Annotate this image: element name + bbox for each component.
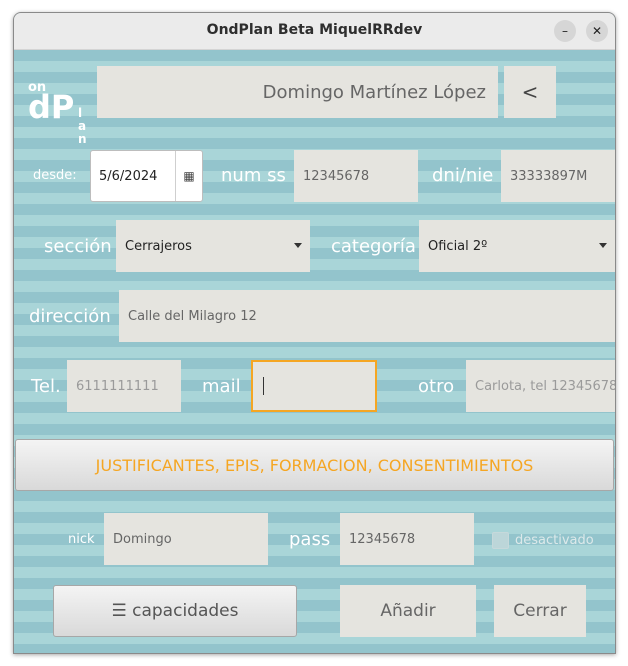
anadir-button[interactable]: Añadir xyxy=(340,585,476,637)
calendar-icon[interactable]: ▦ xyxy=(175,151,202,201)
back-button[interactable]: < xyxy=(504,66,556,118)
otro-input[interactable]: Carlota, tel 123456789 xyxy=(466,360,615,412)
desde-label: desde: xyxy=(33,167,77,183)
date-value: 5/6/2024 xyxy=(99,168,158,184)
chevron-down-icon xyxy=(599,243,607,248)
checkbox-box[interactable] xyxy=(492,531,509,549)
numss-label: num ss xyxy=(221,164,286,186)
numss-input[interactable]: 12345678 xyxy=(294,150,418,202)
dni-label: dni/nie xyxy=(432,164,494,186)
pass-label: pass xyxy=(289,528,331,550)
app-window: OndPlan Beta MiquelRRdev – ✕ on dP lan D… xyxy=(13,12,616,654)
employee-name: Domingo Martínez López xyxy=(97,66,498,118)
tel-label: Tel. xyxy=(31,375,61,397)
chevron-down-icon xyxy=(294,243,302,248)
categoria-label: categoría xyxy=(331,235,416,257)
title-bar: OndPlan Beta MiquelRRdev – ✕ xyxy=(14,13,615,50)
form-area: on dP lan Domingo Martínez López < desde… xyxy=(14,50,615,653)
direccion-label: dirección xyxy=(29,305,111,327)
mail-input[interactable] xyxy=(251,360,377,412)
date-picker[interactable]: 5/6/2024 ▦ xyxy=(90,150,203,202)
seccion-value: Cerrajeros xyxy=(125,238,192,254)
window-title: OndPlan Beta MiquelRRdev xyxy=(206,22,423,38)
desactivado-label: desactivado xyxy=(515,532,594,548)
pass-input[interactable]: 12345678 xyxy=(340,513,474,565)
close-window-button[interactable]: ✕ xyxy=(586,20,608,42)
nick-label: nick xyxy=(68,531,95,547)
desactivado-checkbox[interactable]: desactivado xyxy=(492,529,594,551)
app-logo: on dP lan xyxy=(28,80,87,147)
direccion-input[interactable]: Calle del Milagro 12 xyxy=(119,290,615,342)
mail-label: mail xyxy=(202,375,241,397)
cerrar-button[interactable]: Cerrar xyxy=(494,585,586,637)
categoria-select[interactable]: Oficial 2º xyxy=(419,220,615,272)
categoria-value: Oficial 2º xyxy=(428,238,488,254)
nick-input[interactable]: Domingo xyxy=(104,513,268,565)
seccion-label: sección xyxy=(44,235,112,257)
otro-label: otro xyxy=(418,375,455,397)
text-cursor xyxy=(263,377,264,395)
tel-input[interactable]: 6111111111 xyxy=(67,360,181,412)
dni-input[interactable]: 33333897M xyxy=(501,150,615,202)
minimize-button[interactable]: – xyxy=(554,20,576,42)
seccion-select[interactable]: Cerrajeros xyxy=(116,220,310,272)
justificantes-button[interactable]: JUSTIFICANTES, EPIS, FORMACION, CONSENTI… xyxy=(15,439,614,491)
capacidades-button[interactable]: ☰ capacidades xyxy=(53,585,297,637)
